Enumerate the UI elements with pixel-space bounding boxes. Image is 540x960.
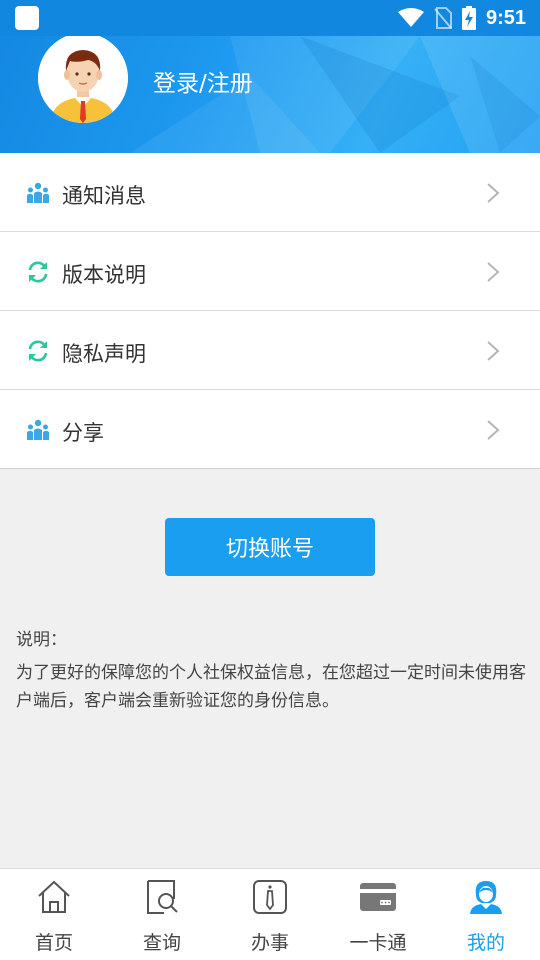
home-icon [38, 880, 70, 913]
tab-label: 查询 [142, 932, 181, 954]
chevron-right-icon [487, 341, 500, 361]
note-body: 为了更好的保障您的个人社保权益信息，在您超过一定时间未使用客户端后，客户端会重新… [16, 663, 526, 711]
menu-item-label: 版本说明 [62, 263, 146, 287]
status-time: 9:51 [485, 6, 526, 29]
settings-menu: 通知消息 版本说明 隐私声明 分享 [0, 153, 540, 469]
search-doc-icon [147, 880, 178, 914]
tie-icon [253, 880, 287, 914]
chevron-right-icon [487, 183, 500, 203]
refresh-icon [28, 340, 48, 362]
tab-mine[interactable]: 我的 [432, 869, 540, 960]
menu-item-share[interactable]: 分享 [0, 390, 540, 469]
status-bar: 9:51 [0, 0, 540, 36]
avatar-icon [38, 36, 128, 123]
chevron-right-icon [487, 262, 500, 282]
switch-account-button[interactable]: 切换账号 [165, 518, 375, 576]
no-sim-icon [434, 7, 452, 29]
menu-item-label: 通知消息 [62, 184, 146, 208]
chevron-right-icon [487, 420, 500, 440]
bottom-tab-bar: 首页 查询 办事 一卡通 我的 [0, 868, 540, 960]
app-notification-icon [15, 6, 39, 30]
people-icon [27, 182, 49, 203]
menu-item-notifications[interactable]: 通知消息 [0, 153, 540, 232]
profile-header: 登录/注册 [0, 36, 540, 153]
wifi-icon [397, 8, 424, 27]
tab-label: 我的 [466, 932, 505, 954]
people-icon [27, 419, 49, 440]
refresh-icon [28, 261, 48, 283]
menu-item-label: 分享 [62, 421, 104, 445]
battery-charging-icon [461, 6, 476, 30]
tab-label: 一卡通 [349, 932, 407, 954]
tab-label: 首页 [34, 932, 73, 954]
user-icon [470, 881, 502, 914]
menu-item-privacy[interactable]: 隐私声明 [0, 311, 540, 390]
card-icon [360, 883, 396, 911]
menu-item-version-notes[interactable]: 版本说明 [0, 232, 540, 311]
tab-services[interactable]: 办事 [216, 869, 324, 960]
tab-card[interactable]: 一卡通 [324, 869, 432, 960]
status-icons: 9:51 [397, 0, 526, 36]
note-title: 说明： [16, 630, 67, 650]
avatar[interactable] [38, 36, 128, 123]
login-register-link[interactable]: 登录/注册 [153, 64, 253, 98]
menu-item-label: 隐私声明 [62, 342, 146, 366]
tab-home[interactable]: 首页 [0, 869, 108, 960]
tab-label: 办事 [250, 932, 289, 954]
tab-query[interactable]: 查询 [108, 869, 216, 960]
